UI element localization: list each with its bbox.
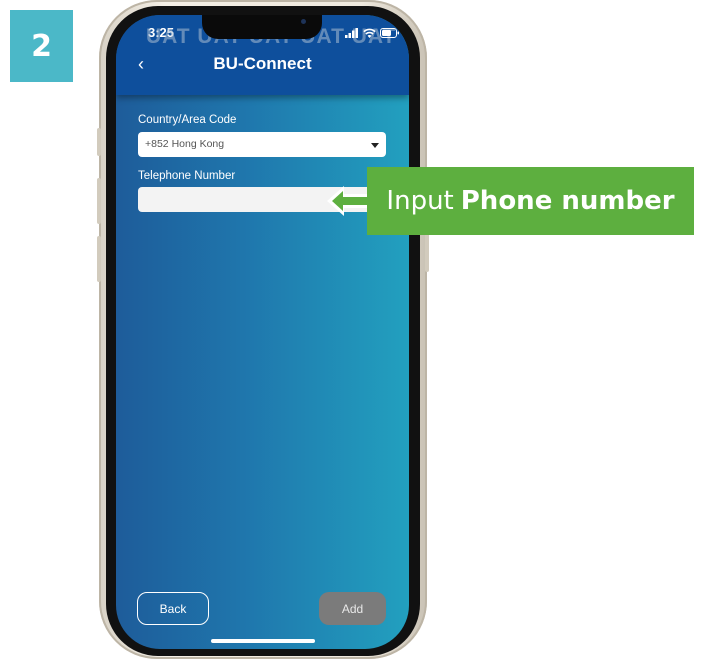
wifi-icon: [363, 28, 376, 38]
app-title: BU-Connect: [213, 54, 312, 73]
back-button[interactable]: Back: [137, 592, 209, 625]
dropdown-caret-icon: [371, 143, 379, 148]
instruction-callout: Input Phone number: [367, 167, 694, 235]
telephone-number-label: Telephone Number: [138, 170, 236, 182]
country-code-value: +852 Hong Kong: [145, 138, 225, 150]
country-code-select[interactable]: +852 Hong Kong: [138, 132, 386, 157]
callout-prefix: Input: [386, 186, 454, 216]
camera-dot: [301, 19, 306, 24]
add-button[interactable]: Add: [319, 592, 386, 625]
app-header: 3:25 UAT UAT UAT UAT UAT ‹ BU: [116, 15, 409, 95]
mute-switch: [97, 128, 101, 156]
signal-icon: [345, 28, 358, 38]
volume-up-button: [97, 178, 101, 224]
country-code-label: Country/Area Code: [138, 114, 237, 126]
callout-emphasis: Phone number: [460, 186, 675, 216]
callout-arrow-icon: [327, 186, 369, 216]
camera-notch: [202, 15, 322, 39]
battery-icon: [380, 28, 399, 38]
app-screen: 3:25 UAT UAT UAT UAT UAT ‹ BU: [116, 15, 409, 649]
home-indicator: [211, 639, 315, 643]
step-number-badge: 2: [10, 10, 73, 82]
volume-down-button: [97, 236, 101, 282]
status-icons: [345, 28, 400, 38]
